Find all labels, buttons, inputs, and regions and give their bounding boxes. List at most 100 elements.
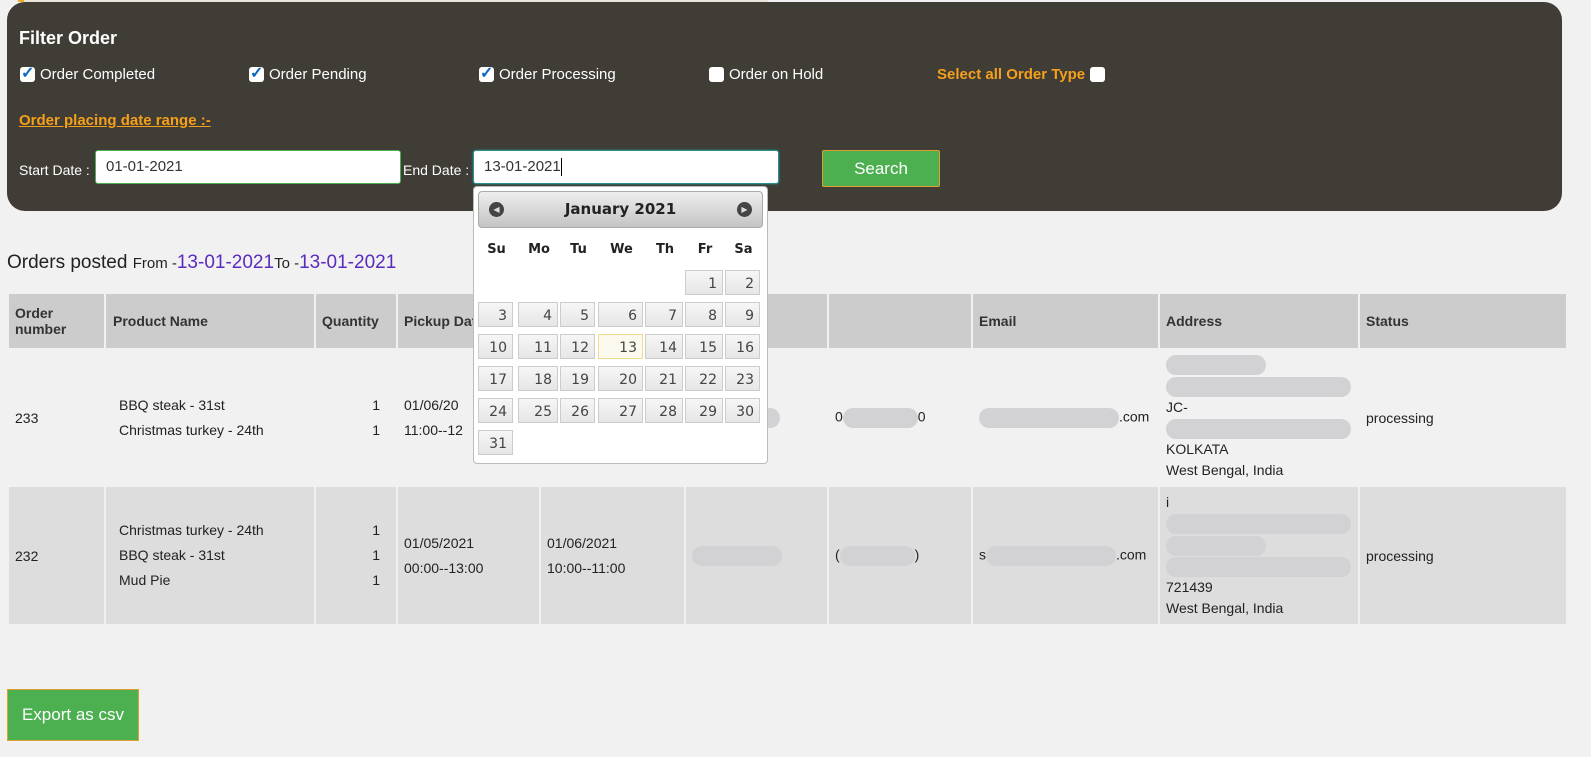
order-number: 233	[9, 348, 104, 487]
checkbox-icon[interactable]	[20, 63, 35, 83]
month-title: January 2021	[564, 200, 677, 218]
quantity: 1	[372, 396, 380, 413]
weekday-label: Sa	[734, 242, 753, 257]
redacted-blob	[839, 545, 915, 566]
weekday-label: Fr	[697, 242, 713, 257]
address-line	[1166, 354, 1352, 376]
product-name: BBQ steak - 31st	[119, 547, 225, 563]
checkbox-order-completed[interactable]: Order Completed	[20, 63, 155, 83]
checkbox-order-processing[interactable]: Order Processing	[479, 63, 616, 83]
checkbox-icon[interactable]	[249, 63, 264, 83]
end-date-label: End Date :	[403, 162, 470, 178]
redacted-blob	[692, 545, 782, 566]
orders-table: Order number Product Name Quantity Picku…	[7, 294, 1568, 624]
delivery-cell: 01/06/2021 10:00--11:00	[541, 487, 684, 624]
redacted-blob	[1166, 514, 1351, 535]
calendar-day[interactable]: 13	[598, 334, 643, 359]
col-product-name: Product Name	[113, 313, 208, 329]
weekday-label: Mo	[528, 242, 550, 257]
calendar-day[interactable]: 30	[725, 398, 760, 423]
prev-month-icon[interactable]: ◀	[489, 202, 504, 217]
checkbox-icon[interactable]	[1090, 67, 1106, 82]
quantity-cell: 1 1 1	[316, 487, 396, 624]
col-order-number: Order number	[9, 294, 104, 348]
product-name: Christmas turkey - 24th	[119, 522, 264, 538]
redacted-blob	[986, 545, 1116, 566]
customer-name-cell	[686, 487, 827, 624]
col-quantity: Quantity	[316, 294, 396, 348]
calendar-day[interactable]: 3	[478, 302, 513, 327]
calendar-day[interactable]: 11	[518, 334, 558, 359]
product-name: Christmas turkey - 24th	[119, 421, 264, 438]
calendar-day[interactable]: 31	[478, 430, 513, 455]
calendar-day[interactable]: 24	[478, 398, 513, 423]
address-line	[1166, 513, 1352, 535]
calendar-day[interactable]: 27	[598, 398, 643, 423]
calendar-day[interactable]: 18	[518, 366, 558, 391]
phone-cell: 00	[829, 348, 971, 487]
calendar-day[interactable]: 15	[685, 334, 723, 359]
address-line	[1166, 534, 1352, 556]
select-all-order-type[interactable]: Select all Order Type	[937, 66, 1106, 83]
calendar-day[interactable]: 22	[685, 366, 723, 391]
calendar-day[interactable]: 28	[645, 398, 683, 423]
address-line	[1166, 556, 1352, 577]
calendar-day[interactable]: 10	[478, 334, 513, 359]
redacted-blob	[1166, 355, 1266, 376]
product-cell: BBQ steak - 31st Christmas turkey - 24th	[106, 348, 314, 487]
product-cell: Christmas turkey - 24th BBQ steak - 31st M…	[106, 487, 314, 624]
redacted-blob	[842, 407, 918, 428]
calendar-day[interactable]: 12	[560, 334, 595, 359]
address-cell: i 721439 West Bengal, India	[1160, 487, 1358, 624]
weekday-label: Tu	[570, 242, 587, 257]
redacted-blob	[979, 407, 1119, 428]
table-row: 233 BBQ steak - 31st Christmas turkey - 2…	[9, 348, 1566, 487]
search-button[interactable]: Search	[822, 150, 940, 187]
product-name: BBQ steak - 31st	[119, 396, 225, 413]
checkbox-order-pending[interactable]: Order Pending	[249, 63, 367, 83]
calendar-day[interactable]: 14	[645, 334, 683, 359]
redacted-blob	[1166, 418, 1351, 439]
checkbox-order-on-hold[interactable]: Order on Hold	[709, 66, 823, 83]
order-number: 232	[9, 487, 104, 624]
checkbox-icon[interactable]	[479, 63, 494, 83]
calendar-day[interactable]: 1	[685, 270, 723, 295]
export-csv-button[interactable]: Export as csv	[7, 689, 139, 741]
calendar-day[interactable]: 26	[560, 398, 595, 423]
calendar-day[interactable]: 19	[560, 366, 595, 391]
address-line: West Bengal, India	[1166, 599, 1284, 616]
calendar-day[interactable]: 2	[725, 270, 760, 295]
calendar-day[interactable]: 29	[685, 398, 723, 423]
calendar-day[interactable]: 6	[598, 302, 643, 327]
calendar-day[interactable]: 16	[725, 334, 760, 359]
table-row: 232 Christmas turkey - 24th BBQ steak - 3…	[9, 487, 1566, 624]
calendar-day[interactable]: 8	[685, 302, 723, 327]
product-name: Mud Pie	[119, 572, 171, 588]
address-line: i	[1166, 494, 1170, 511]
end-date-input[interactable]: 13-01-2021	[473, 150, 779, 184]
calendar-day[interactable]: 7	[645, 302, 683, 327]
date-range-link[interactable]: Order placing date range :-	[19, 112, 211, 129]
start-date-input[interactable]: 01-01-2021	[95, 150, 401, 184]
calendar-day[interactable]: 20	[598, 366, 643, 391]
next-month-icon[interactable]: ▶	[737, 202, 752, 217]
redacted-blob	[1166, 535, 1266, 556]
address-line: West Bengal, India	[1166, 461, 1284, 478]
calendar-day[interactable]: 23	[725, 366, 760, 391]
calendar-day[interactable]: 4	[518, 302, 558, 327]
phone-cell: ()	[829, 487, 971, 624]
redacted-blob	[1166, 376, 1351, 397]
calendar-day[interactable]: 5	[560, 302, 595, 327]
calendar-day[interactable]: 21	[645, 366, 683, 391]
calendar-day[interactable]: 25	[518, 398, 558, 423]
col-phone	[829, 294, 971, 348]
checkbox-icon[interactable]	[709, 67, 724, 82]
address-cell: JC- KOLKATA West Bengal, India	[1160, 348, 1358, 487]
email-cell: .com	[973, 348, 1158, 487]
calendar-day[interactable]: 17	[478, 366, 513, 391]
calendar-day[interactable]: 9	[725, 302, 760, 327]
address-line: 721439	[1166, 578, 1213, 595]
quantity: 1	[372, 522, 380, 538]
address-line	[1166, 418, 1352, 439]
address-line	[1166, 375, 1352, 397]
